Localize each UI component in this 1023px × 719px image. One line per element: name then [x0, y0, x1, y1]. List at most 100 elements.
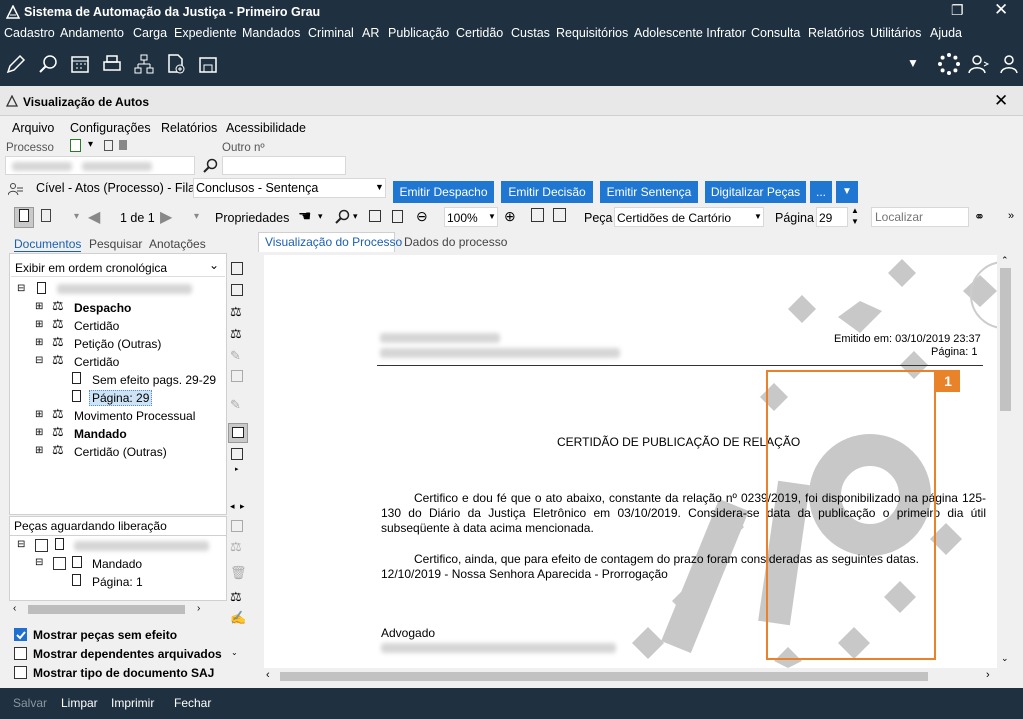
tab-anotacoes[interactable]: Anotações [149, 237, 206, 251]
menu-custas[interactable]: Custas [511, 26, 550, 40]
salvar-button[interactable]: Salvar [13, 696, 47, 710]
menu-publicacao[interactable]: Publicação [388, 26, 449, 40]
menu-cadastro[interactable]: Cadastro [4, 26, 55, 40]
first-page-icon[interactable]: ▾ [74, 211, 79, 222]
scroll-right-icon[interactable]: › [986, 669, 990, 681]
menu-andamento[interactable]: Andamento [60, 26, 124, 40]
tree-expand-icon[interactable]: ⊞ [35, 427, 43, 438]
horizontal-scrollbar[interactable]: ‹ › [264, 669, 998, 684]
tab-dados-processo[interactable]: Dados do processo [404, 235, 507, 249]
limpar-button[interactable]: Limpar [61, 696, 98, 710]
rotate-left-icon[interactable] [531, 208, 544, 222]
search-icon[interactable] [203, 158, 218, 173]
tab-pesquisar[interactable]: Pesquisar [89, 237, 142, 251]
tool-edit-icon[interactable]: ✎ [230, 397, 241, 413]
tool-release-icon[interactable]: ⚖ [230, 589, 242, 605]
emitir-sentenca-button[interactable]: Emitir Sentença [600, 181, 698, 203]
tree-item-pagina-29[interactable]: Página: 29 [89, 390, 153, 406]
menu-ajuda[interactable]: Ajuda [930, 26, 962, 40]
tree-item-despacho[interactable]: Despacho [74, 301, 131, 315]
more-actions-button[interactable]: ... [810, 181, 832, 203]
users-icon[interactable] [967, 52, 991, 76]
annotation-box[interactable] [766, 370, 936, 660]
pagina-field[interactable]: 29 [816, 207, 848, 227]
emitir-despacho-button[interactable]: Emitir Despacho [393, 181, 494, 203]
zoom-out-icon[interactable]: ⊖ [416, 208, 428, 225]
show-doc-type-checkbox[interactable] [14, 666, 27, 679]
tree-item-sem-efeito[interactable]: Sem efeito pags. 29-29 [92, 373, 216, 387]
menu-expediente[interactable]: Expediente [174, 26, 237, 40]
restore-window-icon[interactable]: ❐ [951, 2, 964, 19]
tool-seal-cancel-icon[interactable]: ⚖ [230, 326, 242, 342]
submenu-configuracoes[interactable]: Configurações [70, 121, 151, 135]
expand-actions-icon[interactable]: ▼ [836, 181, 858, 203]
scroll-down-icon[interactable]: ⌄ [1001, 653, 1009, 664]
add-document-icon[interactable] [164, 52, 188, 76]
tab-documentos[interactable]: Documentos [14, 237, 82, 252]
binoculars-icon[interactable]: ⚭ [974, 209, 985, 225]
tree-item-mandado[interactable]: Mandado [74, 427, 127, 441]
new-document-icon[interactable] [70, 139, 81, 152]
overflow-chevron-icon[interactable]: » [1008, 210, 1014, 222]
tool-layers-icon[interactable] [231, 284, 243, 296]
vscroll-thumb[interactable] [1000, 268, 1011, 411]
tree-collapse-icon[interactable]: ⊟ [17, 283, 25, 294]
tree-item-certidao-2[interactable]: Certidão [74, 355, 119, 369]
copy-icon[interactable] [104, 140, 113, 151]
scroll-up-icon[interactable]: ⌃ [1001, 255, 1009, 266]
edit-icon[interactable] [4, 52, 28, 76]
rotate-right-icon[interactable] [553, 208, 566, 222]
tool-sign-release-icon[interactable]: ✍ [230, 610, 246, 626]
scrollbar-thumb[interactable] [28, 605, 185, 614]
tool-scroll-down-chevron-icon[interactable]: ⌄ [231, 648, 238, 657]
page-down-icon[interactable]: ▼ [851, 217, 859, 226]
peca-select[interactable]: Certidões de Cartório ▼ [614, 207, 764, 227]
tree-collapse-icon[interactable]: ⊟ [35, 355, 43, 366]
tree-item-movimento[interactable]: Movimento Processual [74, 409, 195, 423]
vertical-scrollbar[interactable]: ⌃ ⌄ [998, 255, 1013, 668]
fechar-button[interactable]: Fechar [174, 696, 211, 710]
pending-mandado-checkbox[interactable] [53, 557, 66, 570]
tool-sign-icon[interactable]: ✎ [230, 348, 241, 364]
menu-carga[interactable]: Carga [133, 26, 167, 40]
tool-split-icon[interactable] [231, 448, 243, 460]
scroll-left-icon[interactable]: ‹ [266, 669, 270, 681]
annotation-badge[interactable]: 1 [936, 370, 960, 392]
close-window-icon[interactable]: ✕ [994, 0, 1008, 20]
pending-scrollbar[interactable]: ‹ › [11, 602, 211, 617]
prev-page-icon[interactable]: ◀ [88, 207, 100, 227]
pages-icon[interactable] [41, 209, 51, 222]
fila-dropdown-icon[interactable]: ▼ [375, 182, 384, 192]
clear-icon[interactable] [119, 140, 127, 150]
digitalizar-pecas-button[interactable]: Digitalizar Peças [705, 181, 806, 203]
tree-collapse-icon[interactable]: ⊟ [17, 539, 25, 550]
peca-select-arrow-icon[interactable]: ▼ [754, 212, 762, 221]
scroll-up-icon[interactable]: ◂ [230, 501, 235, 512]
menu-requisitorios[interactable]: Requisitórios [556, 26, 628, 40]
zoom-in-icon[interactable]: ⊕ [504, 208, 516, 225]
tree-expand-icon[interactable]: ⊞ [35, 409, 43, 420]
pan-dropdown-icon[interactable]: ▾ [318, 211, 323, 222]
tree-item-peticao[interactable]: Petição (Outras) [74, 337, 161, 351]
submenu-relatorios[interactable]: Relatórios [161, 121, 217, 135]
zoom-select-arrow-icon[interactable]: ▼ [488, 212, 496, 221]
pending-process-checkbox[interactable] [35, 539, 48, 552]
next-page-icon[interactable]: ▶ [160, 207, 172, 227]
outro-numero-field[interactable] [222, 156, 346, 175]
org-chart-icon[interactable] [132, 52, 156, 76]
order-select[interactable]: Exibir em ordem cronológica ⌄ [11, 257, 225, 277]
zoom-select[interactable]: 100% ▼ [444, 207, 498, 227]
last-page-icon[interactable]: ▾ [194, 211, 199, 222]
propriedades-button[interactable]: Propriedades [215, 211, 289, 225]
show-archived-checkbox[interactable] [14, 647, 27, 660]
scroll-right-icon[interactable]: › [197, 603, 200, 614]
menu-utilitarios[interactable]: Utilitários [870, 26, 921, 40]
menu-mandados[interactable]: Mandados [242, 26, 300, 40]
page-up-icon[interactable]: ▲ [851, 206, 859, 215]
tree-expand-icon[interactable]: ⊞ [35, 445, 43, 456]
submenu-acessibilidade[interactable]: Acessibilidade [226, 121, 306, 135]
pending-item-mandado[interactable]: Mandado [92, 557, 142, 571]
fit-width-icon[interactable] [369, 210, 381, 222]
folder-export-icon[interactable] [196, 52, 220, 76]
menu-adolescente-infrator[interactable]: Adolescente Infrator [634, 26, 746, 40]
